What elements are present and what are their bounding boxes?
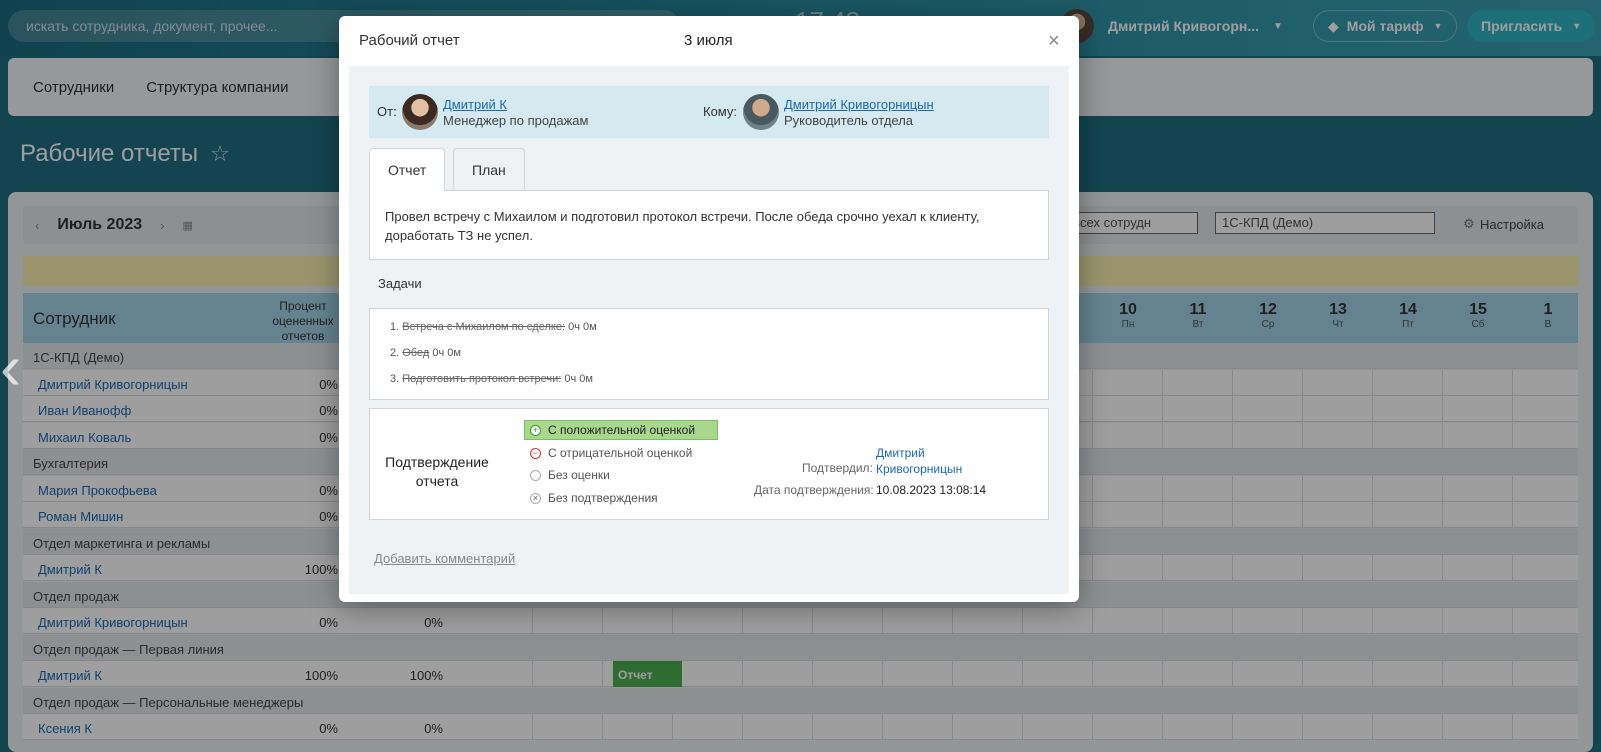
to-role: Руководитель отдела xyxy=(784,113,914,128)
confirmation-box: Подтверждение отчета + С положительной оц… xyxy=(369,408,1049,520)
confirm-title: Подтверждение отчета xyxy=(385,454,489,489)
minus-circle-icon: − xyxy=(530,447,541,459)
to-name-link[interactable]: Дмитрий Кривогорницын xyxy=(784,97,934,112)
option-positive[interactable]: + С положительной оценкой xyxy=(524,420,718,440)
list-item: 1. Встреча с Михаилом по сделке: 0ч 0м xyxy=(390,321,597,333)
chevron-left-icon[interactable]: ‹ xyxy=(0,330,21,404)
tab-report[interactable]: Отчет xyxy=(369,148,446,191)
list-item: 2. Обед 0ч 0м xyxy=(390,347,461,359)
plus-circle-icon: + xyxy=(530,424,541,436)
x-circle-icon: × xyxy=(530,492,541,504)
confirmed-by-label: Подтвердил: xyxy=(802,461,873,475)
from-to-bar: От: Дмитрий К Менеджер по продажам Кому:… xyxy=(369,86,1049,138)
option-no-rating[interactable]: Без оценки xyxy=(530,468,610,482)
option-negative[interactable]: − С отрицательной оценкой xyxy=(530,446,692,460)
tasks-heading: Задачи xyxy=(378,276,422,291)
to-label: Кому: xyxy=(703,104,737,119)
report-modal: Рабочий отчет 3 июля × От: Дмитрий К Мен… xyxy=(339,16,1079,602)
list-item: 3. Подготовить протокол встречи: 0ч 0м xyxy=(390,373,593,385)
from-label: От: xyxy=(377,104,397,119)
confirm-date-label: Дата подтверждения: xyxy=(754,483,874,497)
close-icon[interactable]: × xyxy=(1048,30,1060,53)
modal-title: Рабочий отчет xyxy=(359,32,460,49)
avatar xyxy=(743,94,779,130)
modal-body: От: Дмитрий К Менеджер по продажам Кому:… xyxy=(349,66,1069,594)
option-no-confirm[interactable]: × Без подтверждения xyxy=(530,491,658,505)
from-role: Менеджер по продажам xyxy=(443,113,589,128)
tab-plan[interactable]: План xyxy=(453,148,525,190)
confirmed-by-link[interactable]: Дмитрий Кривогорницын xyxy=(876,445,986,477)
confirm-date: 10.08.2023 13:08:14 xyxy=(876,483,987,497)
avatar xyxy=(402,94,438,130)
from-name-link[interactable]: Дмитрий К xyxy=(443,97,507,112)
modal-date: 3 июля xyxy=(684,32,733,49)
radio-icon xyxy=(530,469,541,481)
add-comment-link[interactable]: Добавить комментарий xyxy=(374,551,515,566)
tasks-list: 1. Встреча с Михаилом по сделке: 0ч 0м 2… xyxy=(369,308,1049,400)
report-text: Провел встречу с Михаилом и подготовил п… xyxy=(369,190,1049,260)
